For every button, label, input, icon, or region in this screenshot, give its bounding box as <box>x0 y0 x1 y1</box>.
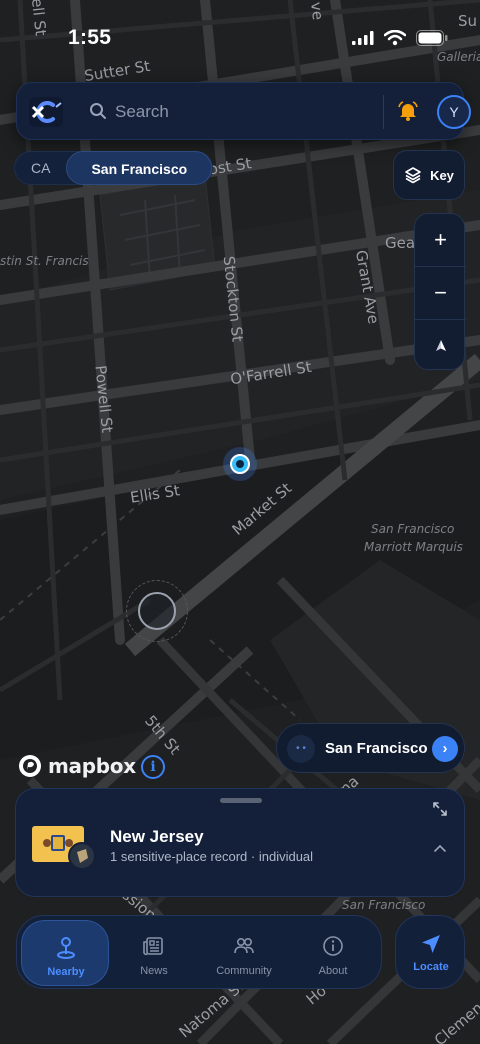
mapbox-attribution: mapbox <box>18 754 136 778</box>
pin-icon <box>54 935 78 959</box>
map-label: stin St. Francis <box>0 254 89 268</box>
layers-icon <box>405 167 421 184</box>
zoom-controls: + − <box>414 213 466 372</box>
map-label: San Francisco <box>342 898 426 912</box>
region-chip-ca[interactable]: CA <box>15 151 66 185</box>
bell-icon[interactable] <box>397 100 419 127</box>
newspaper-icon <box>142 934 166 958</box>
map-key-label: Key <box>430 167 454 183</box>
expand-icon[interactable] <box>432 801 448 822</box>
map-label: San Francisco <box>371 522 455 536</box>
info-icon[interactable]: i <box>141 755 165 779</box>
city-pill[interactable]: • • San Francisco › <box>276 723 465 773</box>
sheet-handle[interactable] <box>220 798 262 803</box>
city-icon: • • <box>287 735 315 763</box>
app-logo[interactable] <box>29 97 63 127</box>
record-badge-icon <box>68 842 96 870</box>
tab-community[interactable]: Community <box>200 920 288 986</box>
mapbox-wordmark: mapbox <box>48 754 136 778</box>
chevron-up-icon[interactable] <box>434 839 446 857</box>
wifi-icon <box>383 29 407 51</box>
sheet-subtitle: 1 sensitive-place record · individual <box>110 849 314 864</box>
status-time: 1:55 <box>68 26 112 49</box>
divider <box>383 95 384 129</box>
compass-button[interactable] <box>415 320 466 372</box>
zoom-out-button[interactable]: − <box>415 267 466 319</box>
tab-label: News <box>140 965 168 977</box>
tab-label: About <box>318 965 348 977</box>
tab-label: Community <box>216 965 272 977</box>
avatar[interactable]: Y <box>437 95 471 129</box>
navigation-arrow-icon <box>419 932 443 961</box>
signal-icon <box>352 31 374 50</box>
search-icon <box>89 102 107 125</box>
tab-label: Nearby <box>47 966 85 978</box>
mapbox-logo-icon <box>19 755 41 777</box>
bottom-sheet[interactable]: New Jersey 1 sensitive-place record · in… <box>15 788 465 897</box>
search-input[interactable] <box>115 97 365 127</box>
region-chip-san-francisco[interactable]: San Francisco <box>66 151 213 185</box>
locate-button[interactable]: Locate <box>395 915 465 989</box>
tab-about[interactable]: About <box>289 920 377 986</box>
tab-nearby[interactable]: Nearby <box>21 920 109 986</box>
place-marker[interactable] <box>138 592 176 630</box>
people-icon <box>232 934 256 958</box>
region-chips: CA San Francisco <box>14 151 214 185</box>
status-bar: 1:55 <box>0 0 480 72</box>
sheet-title: New Jersey <box>110 827 204 846</box>
map-label: Gea <box>385 234 416 252</box>
map-label: Marriott Marquis <box>364 540 463 554</box>
user-location-marker[interactable] <box>223 447 257 481</box>
battery-icon <box>416 30 448 51</box>
map-key-button[interactable]: Key <box>393 150 465 200</box>
tab-news[interactable]: News <box>110 920 198 986</box>
tab-bar: Nearby News Community About <box>16 915 382 989</box>
locate-label: Locate <box>413 961 449 973</box>
chevron-right-icon[interactable]: › <box>432 736 458 762</box>
compass-icon <box>435 340 446 351</box>
city-name: San Francisco <box>325 740 428 757</box>
search-bar: Y <box>16 82 471 140</box>
zoom-in-button[interactable]: + <box>415 214 466 266</box>
info-icon <box>321 934 345 958</box>
